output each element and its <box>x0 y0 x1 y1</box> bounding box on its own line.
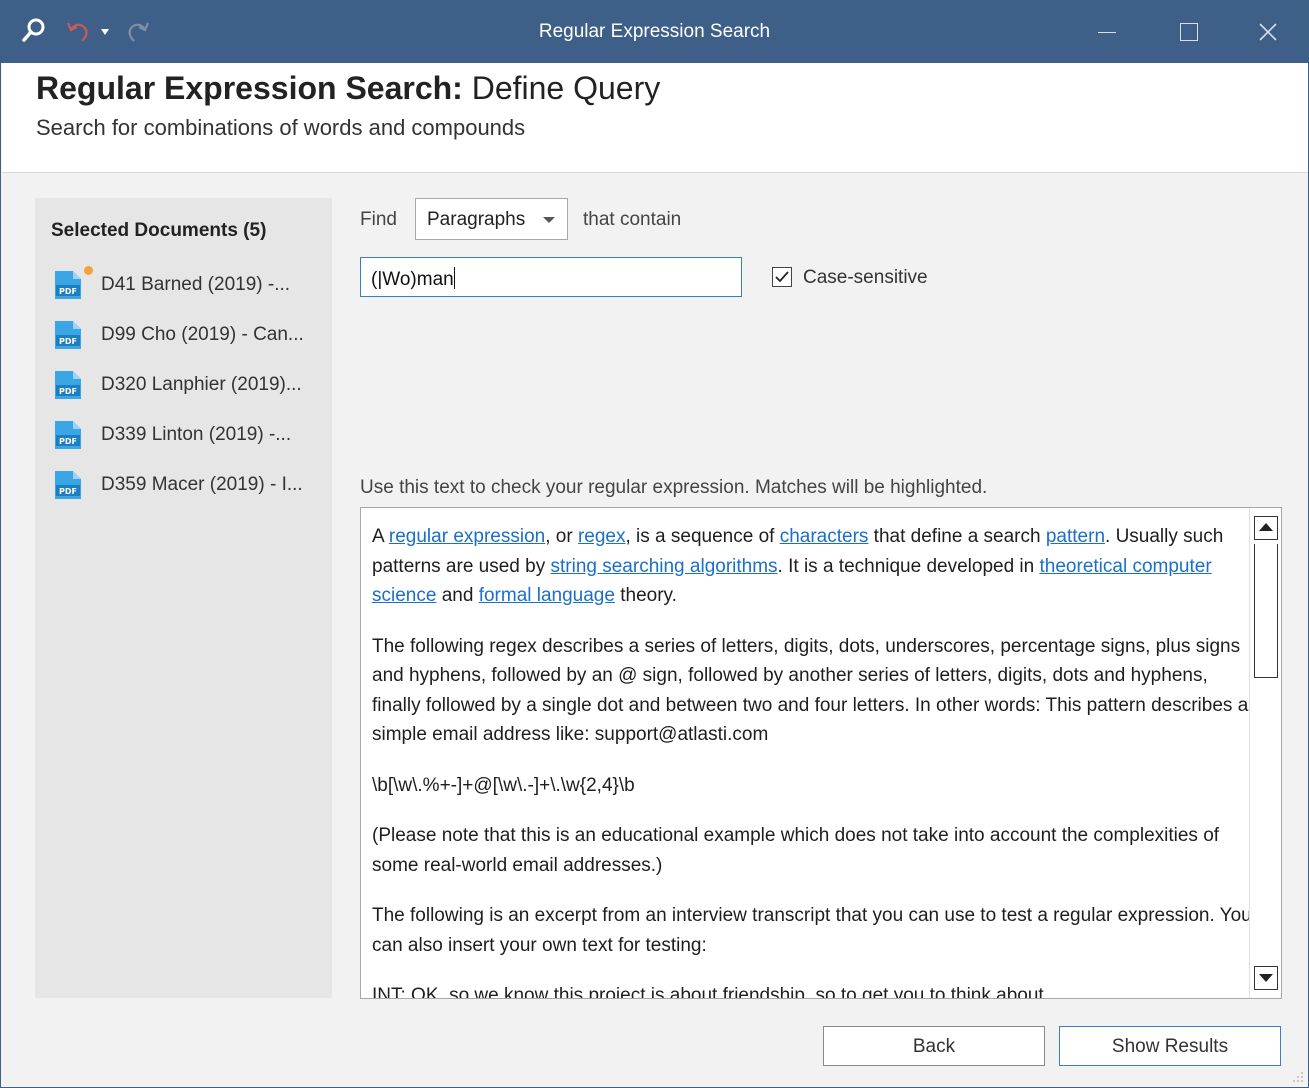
document-label: D99 Cho (2019) - Can... <box>101 324 304 345</box>
link-regular-expression[interactable]: regular expression <box>389 526 545 547</box>
page-subtitle: Search for combinations of words and com… <box>36 115 526 140</box>
scroll-down-button[interactable] <box>1254 966 1278 990</box>
resize-grip-icon[interactable] <box>1292 1071 1304 1083</box>
show-results-button[interactable]: Show Results <box>1059 1026 1281 1066</box>
pdf-icon: PDF <box>55 471 81 499</box>
document-label: D320 Lanphier (2019)... <box>101 374 302 395</box>
that-contain-label: that contain <box>583 209 682 230</box>
document-label: D41 Barned (2019) -... <box>101 274 291 295</box>
minimize-button[interactable] <box>1098 32 1116 33</box>
svg-text:PDF: PDF <box>59 437 77 446</box>
document-item[interactable]: PDF D41 Barned (2019) -... <box>53 266 323 302</box>
case-sensitive-label[interactable]: Case-sensitive <box>803 267 928 289</box>
test-paragraph: The following is an excerpt from an inte… <box>372 905 1252 956</box>
selected-documents-heading: Selected Documents (5) <box>51 220 267 241</box>
test-paragraph: The following regex describes a series o… <box>372 635 1249 746</box>
link-pattern[interactable]: pattern <box>1046 526 1105 547</box>
page-title: Regular Expression Search: Define Query <box>36 70 661 106</box>
page-header: Regular Expression Search: Define Query … <box>2 63 1308 173</box>
test-text-area[interactable]: A regular expression, or regex, is a seq… <box>360 507 1282 999</box>
pdf-icon: PDF <box>55 271 81 299</box>
vertical-scrollbar[interactable] <box>1249 508 1281 998</box>
test-text-content[interactable]: A regular expression, or regex, is a seq… <box>372 522 1252 999</box>
back-button[interactable]: Back <box>823 1026 1045 1066</box>
checkmark-icon <box>775 271 789 283</box>
modified-indicator <box>84 266 93 275</box>
chevron-down-icon <box>543 217 555 223</box>
scrollbar-thumb[interactable] <box>1254 544 1278 678</box>
title-bar: Regular Expression Search <box>1 1 1308 63</box>
pdf-icon: PDF <box>55 321 81 349</box>
test-paragraph: INT: OK, so we know this project is abou… <box>372 985 1044 999</box>
test-text-hint: Use this text to check your regular expr… <box>360 477 988 498</box>
scroll-up-button[interactable] <box>1254 516 1278 540</box>
document-item[interactable]: PDF D339 Linton (2019) -... <box>53 416 323 452</box>
link-formal-language[interactable]: formal language <box>479 585 615 606</box>
document-item[interactable]: PDF D99 Cho (2019) - Can... <box>53 316 323 352</box>
close-icon[interactable] <box>1257 21 1279 43</box>
document-item[interactable]: PDF D320 Lanphier (2019)... <box>53 366 323 402</box>
svg-text:PDF: PDF <box>59 287 77 296</box>
regex-example: \b[\w\.%+-]+@[\w\.-]+\.\w{2,4}\b <box>372 774 635 796</box>
case-sensitive-checkbox[interactable] <box>772 267 792 287</box>
test-paragraph: A regular expression, or regex, is a seq… <box>372 526 1224 606</box>
dialog-window: Regular Expression Search Regular Expres… <box>0 0 1309 1088</box>
pdf-icon: PDF <box>55 421 81 449</box>
maximize-button[interactable] <box>1180 23 1198 41</box>
scope-dropdown-value: Paragraphs <box>427 209 526 230</box>
link-string-searching-algorithms[interactable]: string searching algorithms <box>551 556 778 577</box>
document-label: D339 Linton (2019) -... <box>101 424 292 445</box>
test-paragraph: (Please note that this is an educational… <box>372 825 1220 876</box>
link-regex[interactable]: regex <box>578 526 626 547</box>
pdf-icon: PDF <box>55 371 81 399</box>
svg-text:PDF: PDF <box>59 487 77 496</box>
document-label: D359 Macer (2019) - I... <box>101 474 303 495</box>
svg-text:PDF: PDF <box>59 337 77 346</box>
find-label: Find <box>360 209 397 230</box>
selected-documents-panel: Selected Documents (5) PDF D41 Barned (2… <box>35 198 332 998</box>
document-item[interactable]: PDF D359 Macer (2019) - I... <box>53 466 323 502</box>
regex-input[interactable]: (|Wo)man <box>360 257 742 297</box>
svg-text:PDF: PDF <box>59 387 77 396</box>
scope-dropdown[interactable]: Paragraphs <box>415 198 568 240</box>
link-characters[interactable]: characters <box>780 526 869 547</box>
